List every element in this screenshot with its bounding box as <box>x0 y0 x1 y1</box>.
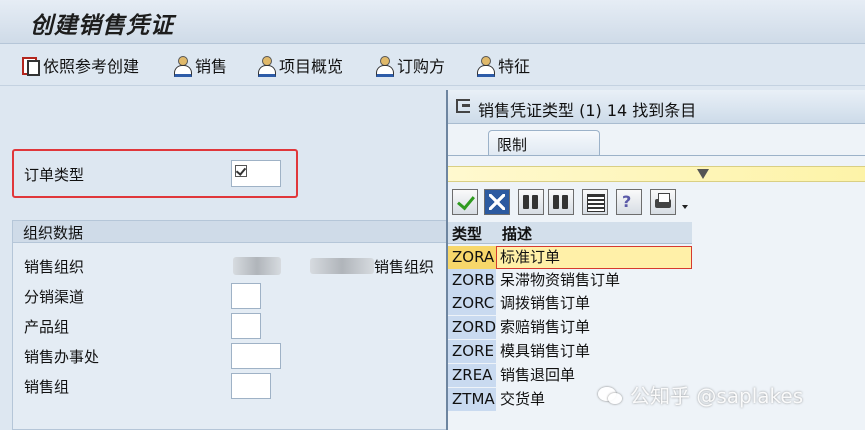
watermark-text: 公知乎 @saplakes <box>630 384 804 408</box>
person-icon <box>475 55 495 77</box>
copy-reference-icon <box>20 55 40 76</box>
confirm-check-icon[interactable] <box>452 189 478 215</box>
popup-title: 销售凭证类型 (1) 14 找到条目 <box>478 101 697 120</box>
sort-list-icon[interactable] <box>582 189 608 215</box>
sales-org-label: 销售组织 <box>24 258 85 276</box>
tab-restrictions-label: 限制 <box>497 136 528 154</box>
organization-data-title: 组织数据 <box>23 224 84 242</box>
characteristics-label: 特征 <box>498 57 531 76</box>
row-code: ZORC <box>448 292 496 315</box>
person-icon <box>172 55 192 77</box>
selection-frame <box>496 246 692 269</box>
sold-to-party-label: 订购方 <box>397 57 446 76</box>
sales-group-label: 销售组 <box>24 378 70 396</box>
row-code: ZORE <box>448 340 496 363</box>
row-code: ZORD <box>448 316 496 339</box>
tab-restrictions[interactable]: 限制 <box>488 130 600 156</box>
more-dropdown-icon[interactable] <box>680 198 690 216</box>
popup-tabstrip: 限制 <box>448 124 865 156</box>
sales-org-name-redacted <box>310 258 374 274</box>
organization-data-header: 组织数据 <box>13 221 451 243</box>
table-row[interactable]: ZORE 模具销售订单 <box>448 340 692 363</box>
table-row[interactable]: ZORC 调拨销售订单 <box>448 292 692 315</box>
sold-to-party-button[interactable]: 订购方 <box>374 54 446 77</box>
table-row[interactable]: ZORA 标准订单 <box>448 246 692 269</box>
row-description: 交货单 <box>500 390 546 408</box>
sales-office-label: 销售办事处 <box>24 348 100 366</box>
row-code: ZORB <box>448 269 496 292</box>
search-help-icon[interactable] <box>235 165 247 177</box>
row-description: 调拨销售订单 <box>500 294 591 312</box>
wechat-icon <box>598 385 624 405</box>
popup-title-bar[interactable]: 销售凭证类型 (1) 14 找到条目 <box>448 90 865 124</box>
table-row[interactable]: ZORD 索赔销售订单 <box>448 316 692 339</box>
row-code: ZTMA <box>448 388 496 411</box>
row-description: 销售退回单 <box>500 366 576 384</box>
table-row[interactable]: ZORB 呆滞物资销售订单 <box>448 269 692 292</box>
item-overview-label: 项目概览 <box>279 57 344 76</box>
division-input[interactable] <box>231 313 261 339</box>
sales-office-input[interactable] <box>231 343 281 369</box>
row-code: ZREA <box>448 364 496 387</box>
sales-button[interactable]: 销售 <box>172 54 228 77</box>
row-description: 呆滞物资销售订单 <box>500 271 621 289</box>
help-question-icon[interactable] <box>616 189 642 215</box>
cancel-icon[interactable] <box>484 189 510 215</box>
application-toolbar: 依照参考创建 销售 项目概览 订购方 特征 <box>0 44 865 86</box>
collapse-triangle-icon[interactable] <box>696 167 712 181</box>
distribution-channel-label: 分销渠道 <box>24 288 85 306</box>
print-icon[interactable] <box>650 189 676 215</box>
sales-label: 销售 <box>195 57 228 76</box>
sales-org-input-redacted[interactable] <box>233 257 281 275</box>
page-title: 创建销售凭证 <box>30 13 174 39</box>
column-header-description[interactable]: 描述 <box>502 223 532 244</box>
watermark: 公知乎 @saplakes <box>598 380 803 409</box>
person-icon <box>374 55 394 77</box>
sales-org-suffix: 销售组织 <box>374 258 435 276</box>
column-header-type[interactable]: 类型 <box>452 223 482 244</box>
restriction-toggle-bar[interactable] <box>448 166 865 182</box>
tab-divider <box>448 155 865 156</box>
popup-toolbar <box>448 189 865 217</box>
item-overview-button[interactable]: 项目概览 <box>256 54 344 77</box>
popup-window-icon <box>456 99 470 113</box>
title-bar: 创建销售凭证 <box>0 0 865 44</box>
row-code: ZORA <box>448 246 496 269</box>
characteristics-button[interactable]: 特征 <box>475 54 531 77</box>
sales-group-input[interactable] <box>231 373 271 399</box>
find-next-binoculars-icon[interactable] <box>548 189 574 215</box>
create-with-reference-button[interactable]: 依照参考创建 <box>20 54 139 76</box>
distribution-channel-input[interactable] <box>231 283 261 309</box>
row-description: 模具销售订单 <box>500 342 591 360</box>
order-type-label: 订单类型 <box>24 166 85 184</box>
value-help-popup: 销售凭证类型 (1) 14 找到条目 限制 类型 描述 ZORA 标准订单 ZO… <box>446 90 865 430</box>
table-header: 类型 描述 <box>448 222 692 244</box>
create-with-reference-label: 依照参考创建 <box>43 57 140 76</box>
division-label: 产品组 <box>24 318 70 336</box>
person-icon <box>256 55 276 77</box>
row-description: 索赔销售订单 <box>500 318 591 336</box>
find-binoculars-icon[interactable] <box>518 189 544 215</box>
